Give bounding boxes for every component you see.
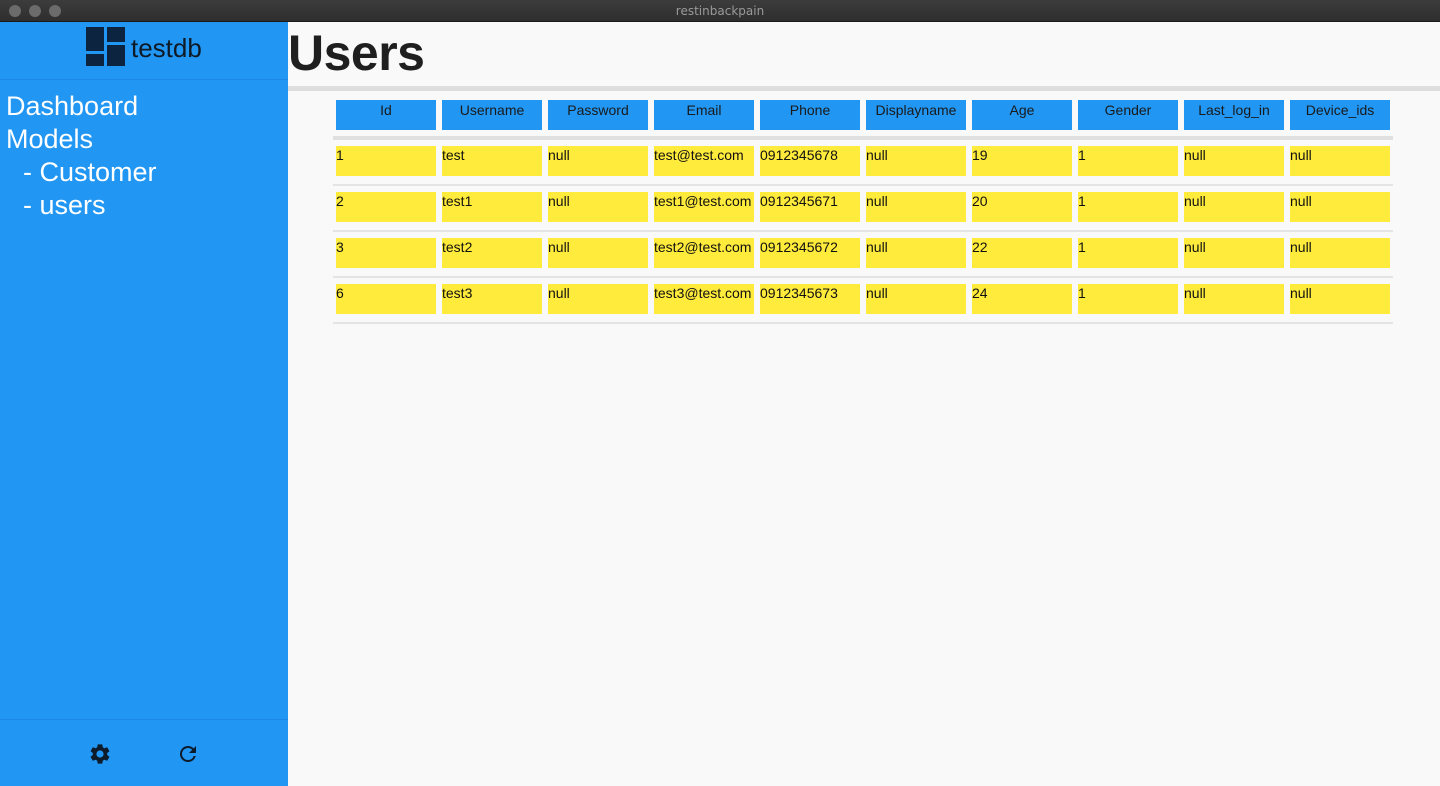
table-cell[interactable]: 22 xyxy=(972,238,1072,268)
nav-dashboard[interactable]: Dashboard xyxy=(6,90,157,123)
table-cell[interactable]: test2 xyxy=(442,238,542,268)
table-cell[interactable]: test xyxy=(442,146,542,176)
table-cell[interactable]: 1 xyxy=(336,146,436,176)
table-cell[interactable]: 1 xyxy=(1078,192,1178,222)
table-cell[interactable]: 0912345673 xyxy=(760,284,860,314)
table-cell[interactable]: 24 xyxy=(972,284,1072,314)
nav-model-users[interactable]: - users xyxy=(6,189,157,222)
table-cell[interactable]: 6 xyxy=(336,284,436,314)
table-cell[interactable]: 1 xyxy=(1078,238,1178,268)
table-cell[interactable]: 0912345672 xyxy=(760,238,860,268)
table-cell[interactable]: null xyxy=(866,284,966,314)
table-cell[interactable]: 0912345671 xyxy=(760,192,860,222)
table-cell[interactable]: 0912345678 xyxy=(760,146,860,176)
table-cell[interactable]: null xyxy=(548,192,648,222)
table-cell[interactable]: 20 xyxy=(972,192,1072,222)
table-cell[interactable]: null xyxy=(866,146,966,176)
table-cell[interactable]: null xyxy=(548,146,648,176)
table-cell[interactable]: test@test.com xyxy=(654,146,754,176)
table-row[interactable]: 1 test null test@test.com 0912345678 nul… xyxy=(333,140,1393,186)
gear-icon[interactable] xyxy=(88,742,112,766)
table-cell[interactable]: null xyxy=(1290,238,1390,268)
users-table: Id Username Password Email Phone Display… xyxy=(333,96,1393,324)
table-cell[interactable]: test3@test.com xyxy=(654,284,754,314)
table-row[interactable]: 6 test3 null test3@test.com 0912345673 n… xyxy=(333,278,1393,324)
main-content: Users Id Username Password Email Phone D… xyxy=(288,22,1440,786)
table-cell[interactable]: null xyxy=(1290,192,1390,222)
table-row[interactable]: 2 test1 null test1@test.com 0912345671 n… xyxy=(333,186,1393,232)
table-cell[interactable]: null xyxy=(1290,284,1390,314)
table-cell[interactable]: test1 xyxy=(442,192,542,222)
table-cell[interactable]: 19 xyxy=(972,146,1072,176)
users-table-body: 1 test null test@test.com 0912345678 nul… xyxy=(333,140,1393,324)
page-title: Users xyxy=(288,25,425,81)
table-row[interactable]: 3 test2 null test2@test.com 0912345672 n… xyxy=(333,232,1393,278)
table-cell[interactable]: null xyxy=(1184,238,1284,268)
column-header[interactable]: Gender xyxy=(1078,100,1178,130)
column-header[interactable]: Displayname xyxy=(866,100,966,130)
table-cell[interactable]: 3 xyxy=(336,238,436,268)
table-cell[interactable]: 1 xyxy=(1078,146,1178,176)
table-cell[interactable]: null xyxy=(1184,146,1284,176)
column-header[interactable]: Phone xyxy=(760,100,860,130)
refresh-icon[interactable] xyxy=(176,742,200,766)
table-cell[interactable]: test3 xyxy=(442,284,542,314)
title-divider xyxy=(288,86,1440,91)
brand-name: testdb xyxy=(131,33,202,63)
column-header[interactable]: Last_log_in xyxy=(1184,100,1284,130)
table-cell[interactable]: test1@test.com xyxy=(654,192,754,222)
sidebar-nav: Dashboard Models - Customer - users xyxy=(6,90,157,222)
column-header[interactable]: Password xyxy=(548,100,648,130)
table-cell[interactable]: null xyxy=(866,192,966,222)
table-header-row: Id Username Password Email Phone Display… xyxy=(333,96,1393,140)
table-cell[interactable]: 1 xyxy=(1078,284,1178,314)
table-cell[interactable]: null xyxy=(1184,192,1284,222)
table-cell[interactable]: null xyxy=(548,284,648,314)
column-header[interactable]: Device_ids xyxy=(1290,100,1390,130)
column-header[interactable]: Username xyxy=(442,100,542,130)
table-cell[interactable]: test2@test.com xyxy=(654,238,754,268)
column-header[interactable]: Age xyxy=(972,100,1072,130)
table-cell[interactable]: null xyxy=(548,238,648,268)
column-header[interactable]: Id xyxy=(336,100,436,130)
table-cell[interactable]: null xyxy=(866,238,966,268)
nav-models[interactable]: Models xyxy=(6,123,157,156)
window-titlebar: restinbackpain xyxy=(0,0,1440,22)
sidebar: testdb Dashboard Models - Customer - use… xyxy=(0,22,288,786)
sidebar-footer xyxy=(0,719,288,786)
database-logo-icon xyxy=(86,27,126,67)
column-header[interactable]: Email xyxy=(654,100,754,130)
nav-model-customer[interactable]: - Customer xyxy=(6,156,157,189)
table-cell[interactable]: 2 xyxy=(336,192,436,222)
table-cell[interactable]: null xyxy=(1184,284,1284,314)
sidebar-brand: testdb xyxy=(0,22,288,80)
table-cell[interactable]: null xyxy=(1290,146,1390,176)
window-title: restinbackpain xyxy=(675,4,765,18)
